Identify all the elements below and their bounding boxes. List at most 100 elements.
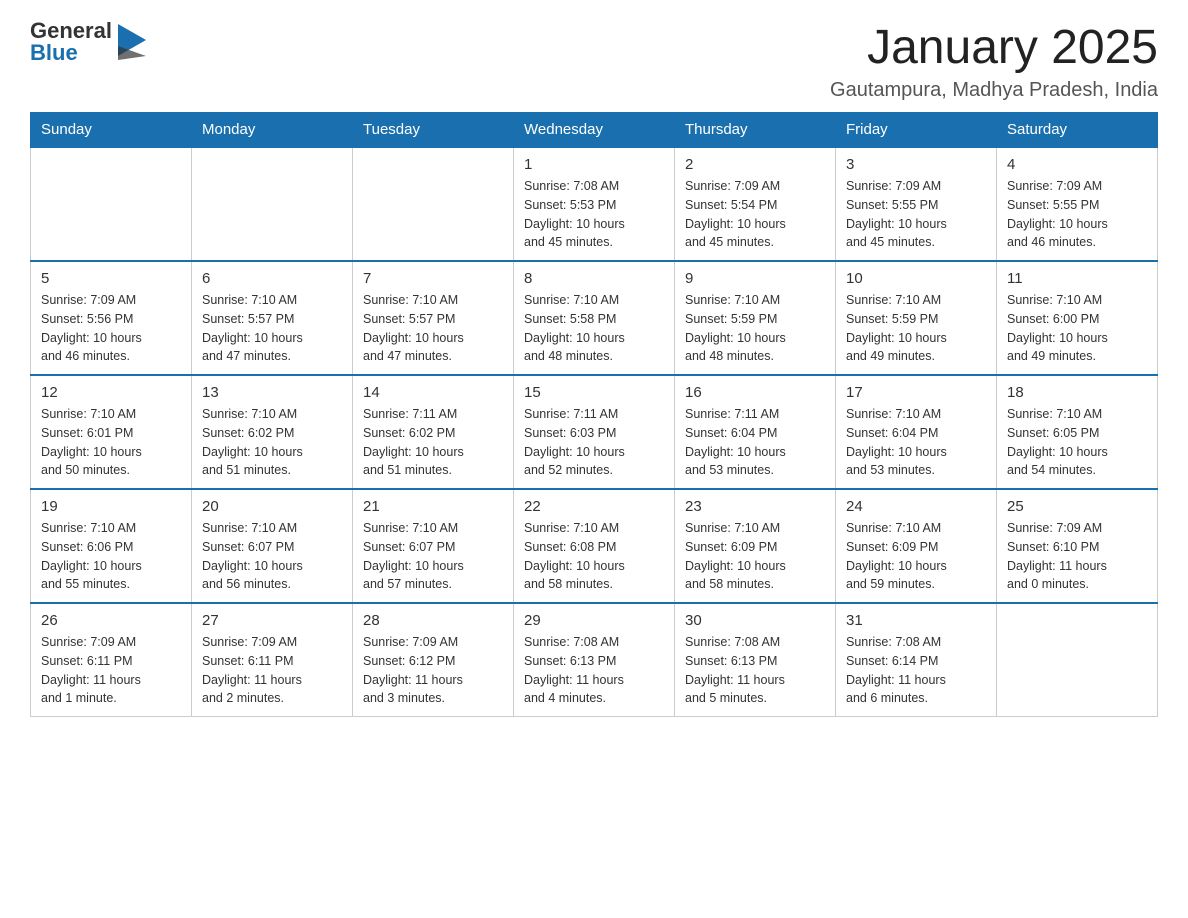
logo-text-block: General Blue — [30, 20, 112, 64]
day-info: Sunrise: 7:10 AMSunset: 5:57 PMDaylight:… — [363, 291, 503, 366]
day-info: Sunrise: 7:10 AMSunset: 6:04 PMDaylight:… — [846, 405, 986, 480]
day-number: 6 — [202, 270, 342, 287]
day-number: 15 — [524, 384, 664, 401]
day-info: Sunrise: 7:10 AMSunset: 6:08 PMDaylight:… — [524, 519, 664, 594]
calendar-week-row: 12 Sunrise: 7:10 AMSunset: 6:01 PMDayligh… — [31, 375, 1158, 489]
day-info: Sunrise: 7:10 AMSunset: 6:07 PMDaylight:… — [363, 519, 503, 594]
calendar-cell: 19 Sunrise: 7:10 AMSunset: 6:06 PMDayligh… — [31, 489, 192, 603]
day-info: Sunrise: 7:10 AMSunset: 6:07 PMDaylight:… — [202, 519, 342, 594]
location-text: Gautampura, Madhya Pradesh, India — [830, 79, 1158, 102]
day-info: Sunrise: 7:10 AMSunset: 6:05 PMDaylight:… — [1007, 405, 1147, 480]
logo-container: General Blue — [30, 20, 146, 64]
calendar-cell: 17 Sunrise: 7:10 AMSunset: 6:04 PMDayligh… — [836, 375, 997, 489]
day-info: Sunrise: 7:11 AMSunset: 6:03 PMDaylight:… — [524, 405, 664, 480]
day-number: 17 — [846, 384, 986, 401]
day-number: 2 — [685, 156, 825, 173]
day-number: 13 — [202, 384, 342, 401]
calendar-cell: 8 Sunrise: 7:10 AMSunset: 5:58 PMDaylight… — [514, 261, 675, 375]
calendar-week-row: 26 Sunrise: 7:09 AMSunset: 6:11 PMDayligh… — [31, 603, 1158, 717]
day-number: 23 — [685, 498, 825, 515]
calendar-cell: 14Sunrise: 7:11 AMSunset: 6:02 PMDayligh… — [353, 375, 514, 489]
calendar-cell: 9 Sunrise: 7:10 AMSunset: 5:59 PMDaylight… — [675, 261, 836, 375]
column-header-wednesday: Wednesday — [514, 113, 675, 148]
logo-blue: Blue — [30, 42, 112, 64]
day-info: Sunrise: 7:10 AMSunset: 5:58 PMDaylight:… — [524, 291, 664, 366]
calendar-cell: 1Sunrise: 7:08 AMSunset: 5:53 PMDaylight… — [514, 147, 675, 261]
calendar-cell: 25Sunrise: 7:09 AMSunset: 6:10 PMDayligh… — [997, 489, 1158, 603]
column-header-tuesday: Tuesday — [353, 113, 514, 148]
calendar-cell: 16 Sunrise: 7:11 AMSunset: 6:04 PMDayligh… — [675, 375, 836, 489]
calendar-cell: 28 Sunrise: 7:09 AMSunset: 6:12 PMDayligh… — [353, 603, 514, 717]
calendar-cell: 2 Sunrise: 7:09 AMSunset: 5:54 PMDaylight… — [675, 147, 836, 261]
calendar-cell: 7Sunrise: 7:10 AMSunset: 5:57 PMDaylight… — [353, 261, 514, 375]
calendar-cell: 4Sunrise: 7:09 AMSunset: 5:55 PMDaylight… — [997, 147, 1158, 261]
calendar-cell: 15 Sunrise: 7:11 AMSunset: 6:03 PMDayligh… — [514, 375, 675, 489]
day-number: 25 — [1007, 498, 1147, 515]
calendar-cell: 18 Sunrise: 7:10 AMSunset: 6:05 PMDayligh… — [997, 375, 1158, 489]
day-info: Sunrise: 7:10 AMSunset: 6:09 PMDaylight:… — [846, 519, 986, 594]
calendar-cell: 20 Sunrise: 7:10 AMSunset: 6:07 PMDayligh… — [192, 489, 353, 603]
calendar-cell: 26 Sunrise: 7:09 AMSunset: 6:11 PMDayligh… — [31, 603, 192, 717]
day-number: 9 — [685, 270, 825, 287]
day-info: Sunrise: 7:09 AMSunset: 6:12 PMDaylight:… — [363, 633, 503, 708]
calendar-cell: 11 Sunrise: 7:10 AMSunset: 6:00 PMDayligh… — [997, 261, 1158, 375]
column-header-sunday: Sunday — [31, 113, 192, 148]
day-number: 28 — [363, 612, 503, 629]
day-info: Sunrise: 7:09 AMSunset: 6:11 PMDaylight:… — [41, 633, 181, 708]
day-number: 8 — [524, 270, 664, 287]
calendar-week-row: 5 Sunrise: 7:09 AMSunset: 5:56 PMDaylight… — [31, 261, 1158, 375]
column-header-saturday: Saturday — [997, 113, 1158, 148]
page-header: General Blue January 2025 Gautampura, Ma… — [30, 20, 1158, 102]
calendar-cell: 31 Sunrise: 7:08 AMSunset: 6:14 PMDayligh… — [836, 603, 997, 717]
calendar-week-row: 1Sunrise: 7:08 AMSunset: 5:53 PMDaylight… — [31, 147, 1158, 261]
day-info: Sunrise: 7:08 AMSunset: 5:53 PMDaylight:… — [524, 177, 664, 252]
day-number: 5 — [41, 270, 181, 287]
calendar-cell — [353, 147, 514, 261]
column-header-friday: Friday — [836, 113, 997, 148]
day-number: 10 — [846, 270, 986, 287]
calendar-cell: 23Sunrise: 7:10 AMSunset: 6:09 PMDayligh… — [675, 489, 836, 603]
day-info: Sunrise: 7:10 AMSunset: 5:59 PMDaylight:… — [685, 291, 825, 366]
day-number: 24 — [846, 498, 986, 515]
logo-triangle-icon — [114, 24, 146, 60]
calendar-cell: 12 Sunrise: 7:10 AMSunset: 6:01 PMDayligh… — [31, 375, 192, 489]
day-number: 29 — [524, 612, 664, 629]
day-info: Sunrise: 7:09 AMSunset: 5:56 PMDaylight:… — [41, 291, 181, 366]
day-info: Sunrise: 7:10 AMSunset: 6:02 PMDaylight:… — [202, 405, 342, 480]
calendar-header-row: SundayMondayTuesdayWednesdayThursdayFrid… — [31, 113, 1158, 148]
day-number: 12 — [41, 384, 181, 401]
day-number: 18 — [1007, 384, 1147, 401]
day-info: Sunrise: 7:10 AMSunset: 5:57 PMDaylight:… — [202, 291, 342, 366]
day-info: Sunrise: 7:08 AMSunset: 6:13 PMDaylight:… — [524, 633, 664, 708]
month-title: January 2025 — [830, 20, 1158, 75]
calendar-cell — [31, 147, 192, 261]
day-info: Sunrise: 7:09 AMSunset: 5:55 PMDaylight:… — [846, 177, 986, 252]
day-number: 11 — [1007, 270, 1147, 287]
column-header-thursday: Thursday — [675, 113, 836, 148]
calendar-cell: 6 Sunrise: 7:10 AMSunset: 5:57 PMDaylight… — [192, 261, 353, 375]
calendar-cell — [192, 147, 353, 261]
day-number: 16 — [685, 384, 825, 401]
logo-general: General — [30, 20, 112, 42]
calendar-week-row: 19 Sunrise: 7:10 AMSunset: 6:06 PMDayligh… — [31, 489, 1158, 603]
day-info: Sunrise: 7:08 AMSunset: 6:13 PMDaylight:… — [685, 633, 825, 708]
day-number: 31 — [846, 612, 986, 629]
day-number: 4 — [1007, 156, 1147, 173]
day-info: Sunrise: 7:11 AMSunset: 6:04 PMDaylight:… — [685, 405, 825, 480]
day-info: Sunrise: 7:09 AMSunset: 6:11 PMDaylight:… — [202, 633, 342, 708]
title-block: January 2025 Gautampura, Madhya Pradesh,… — [830, 20, 1158, 102]
day-info: Sunrise: 7:09 AMSunset: 5:54 PMDaylight:… — [685, 177, 825, 252]
day-number: 27 — [202, 612, 342, 629]
day-info: Sunrise: 7:10 AMSunset: 6:06 PMDaylight:… — [41, 519, 181, 594]
day-info: Sunrise: 7:10 AMSunset: 6:00 PMDaylight:… — [1007, 291, 1147, 366]
day-number: 20 — [202, 498, 342, 515]
day-number: 19 — [41, 498, 181, 515]
day-number: 21 — [363, 498, 503, 515]
day-info: Sunrise: 7:08 AMSunset: 6:14 PMDaylight:… — [846, 633, 986, 708]
calendar-cell: 5 Sunrise: 7:09 AMSunset: 5:56 PMDaylight… — [31, 261, 192, 375]
column-header-monday: Monday — [192, 113, 353, 148]
day-number: 26 — [41, 612, 181, 629]
calendar-table: SundayMondayTuesdayWednesdayThursdayFrid… — [30, 112, 1158, 717]
calendar-cell — [997, 603, 1158, 717]
day-info: Sunrise: 7:10 AMSunset: 6:01 PMDaylight:… — [41, 405, 181, 480]
